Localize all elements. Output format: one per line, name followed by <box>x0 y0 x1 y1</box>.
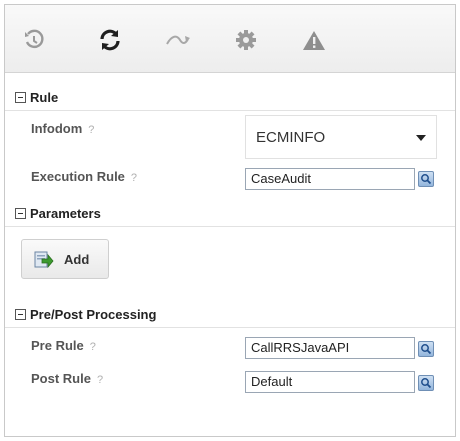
pre-rule-label-text: Pre Rule <box>31 338 84 353</box>
add-icon <box>34 251 54 269</box>
search-icon <box>421 378 432 389</box>
curve-icon[interactable] <box>163 25 193 55</box>
infodom-label: Infodom? <box>31 121 94 136</box>
post-rule-label-text: Post Rule <box>31 371 91 386</box>
execution-rule-label: Execution Rule? <box>31 169 137 184</box>
execution-rule-input[interactable]: CaseAudit <box>245 168 415 190</box>
infodom-label-text: Infodom <box>31 121 83 136</box>
toolbar <box>5 5 455 73</box>
chevron-down-icon[interactable] <box>416 135 426 141</box>
infodom-select[interactable]: ECMINFO <box>245 115 437 159</box>
section-title: Pre/Post Processing <box>30 307 157 322</box>
search-icon <box>421 174 432 185</box>
post-rule-label: Post Rule? <box>31 371 103 386</box>
infodom-selected-value: ECMINFO <box>256 128 326 146</box>
gear-icon[interactable] <box>231 25 261 55</box>
section-title: Parameters <box>30 206 101 221</box>
post-rule-lookup-button[interactable] <box>418 375 434 391</box>
post-rule-input[interactable]: Default <box>245 371 415 393</box>
pre-rule-lookup-button[interactable] <box>418 341 434 357</box>
search-icon <box>421 344 432 355</box>
collapse-icon[interactable] <box>15 309 26 320</box>
help-icon[interactable]: ? <box>97 374 103 386</box>
execution-rule-lookup-button[interactable] <box>418 171 434 187</box>
history-icon[interactable] <box>19 25 49 55</box>
rule-properties-panel: Rule Infodom? ECMINFO Execution Rule? Ca… <box>4 4 456 437</box>
execution-rule-label-text: Execution Rule <box>31 169 125 184</box>
pre-rule-input[interactable]: CallRRSJavaAPI <box>245 337 415 359</box>
warning-icon[interactable] <box>299 25 329 55</box>
refresh-icon[interactable] <box>95 25 125 55</box>
add-parameter-button[interactable]: Add <box>21 239 109 279</box>
processing-section-header[interactable]: Pre/Post Processing <box>5 302 455 328</box>
pre-rule-label: Pre Rule? <box>31 338 96 353</box>
add-button-label: Add <box>64 251 90 267</box>
collapse-icon[interactable] <box>15 92 26 103</box>
rule-section-header[interactable]: Rule <box>5 85 455 111</box>
help-icon[interactable]: ? <box>131 172 137 184</box>
help-icon[interactable]: ? <box>88 124 94 136</box>
help-icon[interactable]: ? <box>90 341 96 353</box>
parameters-section-header[interactable]: Parameters <box>5 201 455 227</box>
section-title: Rule <box>30 90 59 105</box>
collapse-icon[interactable] <box>15 208 26 219</box>
